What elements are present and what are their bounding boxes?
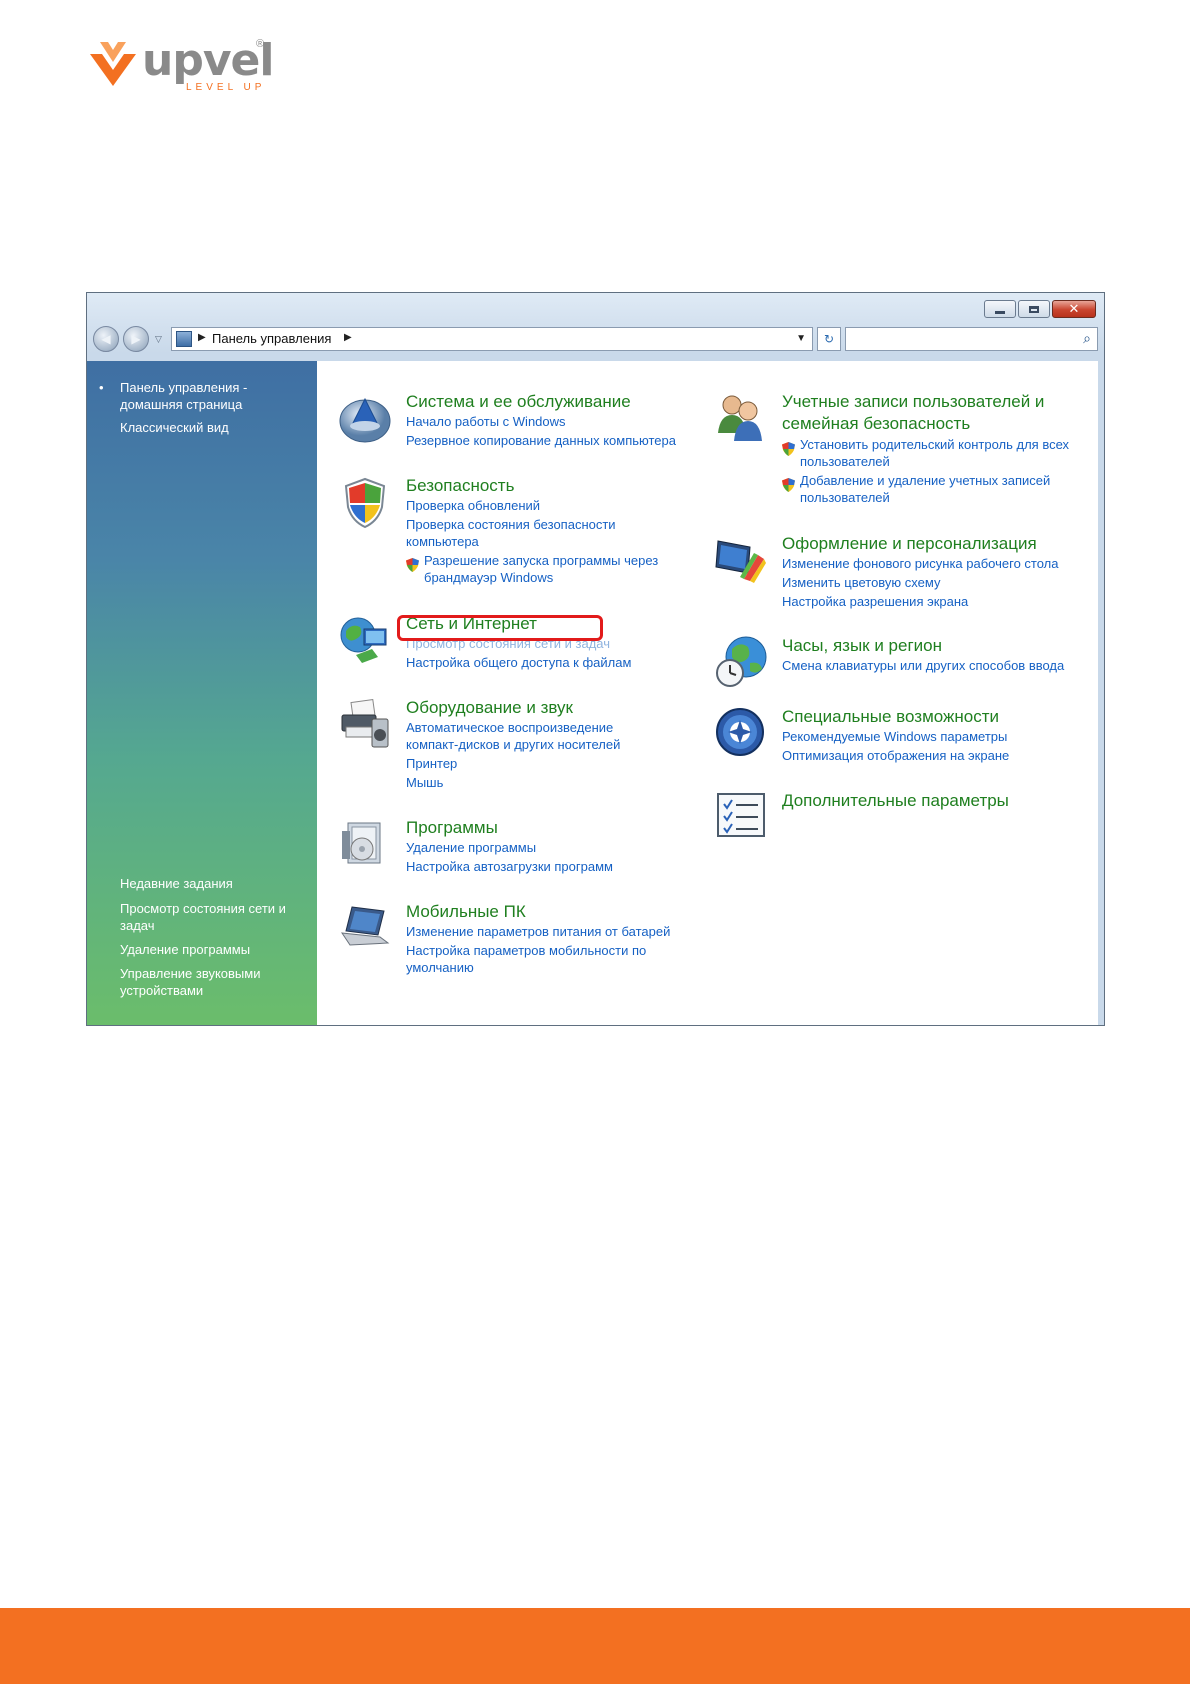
link-getting-started[interactable]: Начало работы с Windows (406, 413, 726, 430)
maximize-button[interactable] (1018, 300, 1050, 318)
category-extra-title[interactable]: Дополнительные параметры (782, 790, 1009, 812)
category-appearance-links: Изменение фонового рисунка рабочего стол… (782, 555, 1102, 612)
upvel-logo: upvel ® LEVEL UP (86, 36, 276, 96)
close-icon: ✕ (1068, 301, 1080, 316)
link-screen-resolution[interactable]: Настройка разрешения экрана (782, 593, 1102, 610)
address-bar[interactable]: ▶ Панель управления ▶ ▼ (171, 327, 813, 351)
category-system-links: Начало работы с Windows Резервное копиро… (406, 413, 726, 451)
link-startup-programs[interactable]: Настройка автозагрузки программ (406, 858, 726, 875)
minimize-button[interactable] (984, 300, 1016, 318)
upvel-chevron-icon (90, 42, 136, 86)
link-autoplay[interactable]: Автоматическое воспроизведение компакт-д… (406, 719, 646, 753)
link-parental-controls[interactable]: Установить родительский контроль для все… (782, 436, 1100, 470)
category-appearance-title[interactable]: Оформление и персонализация (782, 533, 1037, 555)
logo-word: upvel (142, 35, 274, 86)
link-optimize-display[interactable]: Оптимизация отображения на экране (782, 747, 1102, 764)
logo-registered-mark: ® (256, 38, 265, 50)
sidebar-recent-tasks: Недавние задания Просмотр состояния сети… (120, 875, 305, 1006)
link-printer[interactable]: Принтер (406, 755, 726, 772)
uac-shield-icon (782, 478, 795, 492)
maximize-icon (1029, 305, 1039, 313)
link-color-scheme[interactable]: Изменить цветовую схему (782, 574, 1102, 591)
link-recommended-settings[interactable]: Рекомендуемые Windows параметры (782, 728, 1102, 745)
link-security-status[interactable]: Проверка состояния безопасности компьюте… (406, 516, 646, 550)
category-clock-title[interactable]: Часы, язык и регион (782, 635, 942, 657)
category-system-title[interactable]: Система и ее обслуживание (406, 391, 631, 413)
link-keyboard-input[interactable]: Смена клавиатуры или других способов вво… (782, 657, 1102, 674)
mobile-laptop-icon (340, 906, 390, 946)
hardware-printer-icon (341, 698, 389, 748)
recent-task-network-status[interactable]: Просмотр состояния сети и задач (120, 900, 305, 934)
navigation-bar: ◀ ▶ ▽ ▶ Панель управления ▶ ▼ ↻ ⌕ (93, 325, 1098, 355)
link-power-options[interactable]: Изменение параметров питания от батарей (406, 923, 726, 940)
system-maintenance-icon (339, 397, 391, 443)
link-file-sharing[interactable]: Настройка общего доступа к файлам (406, 654, 726, 671)
category-hardware-links: Автоматическое воспроизведение компакт-д… (406, 719, 726, 793)
back-arrow-icon: ◀ (101, 332, 111, 346)
link-mouse[interactable]: Мышь (406, 774, 726, 791)
category-users-title[interactable]: Учетные записи пользователей и семейная … (782, 391, 1082, 435)
control-panel-icon (176, 331, 192, 347)
category-mobile-links: Изменение параметров питания от батарей … (406, 923, 726, 978)
programs-box-icon (342, 822, 381, 864)
minimize-icon (995, 310, 1005, 314)
category-access-title[interactable]: Специальные возможности (782, 706, 999, 728)
uac-shield-icon (406, 558, 419, 572)
uac-shield-icon (782, 442, 795, 456)
refresh-icon: ↻ (823, 332, 835, 346)
forward-button[interactable]: ▶ (123, 326, 149, 352)
link-parental-controls-label: Установить родительский контроль для все… (800, 437, 1070, 469)
search-input[interactable]: ⌕ (845, 327, 1098, 351)
sidebar-item-classic-view[interactable]: Классический вид (120, 419, 300, 436)
category-mobile-title[interactable]: Мобильные ПК (406, 901, 526, 923)
address-dropdown-icon[interactable]: ▼ (796, 333, 806, 344)
category-hardware-title[interactable]: Оборудование и звук (406, 697, 573, 719)
link-mobility-settings[interactable]: Настройка параметров мобильности по умол… (406, 942, 666, 976)
category-programs-title[interactable]: Программы (406, 817, 498, 839)
link-add-remove-accounts-label: Добавление и удаление учетных записей по… (800, 473, 1051, 505)
link-check-updates[interactable]: Проверка обновлений (406, 497, 726, 514)
link-firewall-allow-label: Разрешение запуска программы через бранд… (424, 553, 659, 585)
category-security-links: Проверка обновлений Проверка состояния б… (406, 497, 726, 588)
refresh-button[interactable]: ↻ (817, 327, 841, 351)
link-desktop-background[interactable]: Изменение фонового рисунка рабочего стол… (782, 555, 1102, 572)
window-controls: ✕ (984, 300, 1096, 318)
sidebar-item-home[interactable]: Панель управления - домашняя страница (120, 379, 300, 413)
accessibility-icon (716, 708, 764, 756)
appearance-monitor-icon (715, 540, 766, 583)
history-dropdown-icon[interactable]: ▽ (155, 334, 162, 345)
recent-tasks-title: Недавние задания (120, 876, 233, 891)
link-backup[interactable]: Резервное копирование данных компьютера (406, 432, 726, 449)
extra-options-checklist-icon (717, 793, 765, 837)
close-button[interactable]: ✕ (1052, 300, 1096, 318)
breadcrumb-arrow-icon[interactable]: ▶ (344, 332, 352, 343)
breadcrumb-arrow-icon[interactable]: ▶ (198, 332, 206, 343)
link-firewall-allow[interactable]: Разрешение запуска программы через бранд… (406, 552, 694, 586)
recent-task-uninstall[interactable]: Удаление программы (120, 941, 305, 958)
category-access-links: Рекомендуемые Windows параметры Оптимиза… (782, 728, 1102, 766)
logo-tagline: LEVEL UP (186, 82, 266, 93)
footer-bar (0, 1608, 1190, 1684)
recent-task-sound-devices[interactable]: Управление звуковыми устройствами (120, 965, 305, 999)
category-clock-links: Смена клавиатуры или других способов вво… (782, 657, 1102, 676)
search-icon[interactable]: ⌕ (1083, 330, 1091, 347)
category-users-links: Установить родительский контроль для все… (782, 436, 1102, 508)
security-shield-icon (344, 477, 386, 529)
category-programs-links: Удаление программы Настройка автозагрузк… (406, 839, 726, 877)
highlight-network-status (397, 615, 603, 641)
sidebar: • Панель управления - домашняя страница … (87, 361, 317, 1025)
sidebar-top-links: Панель управления - домашняя страница Кл… (120, 379, 300, 436)
breadcrumb-control-panel[interactable]: Панель управления (212, 331, 331, 346)
user-accounts-icon (718, 395, 762, 441)
link-uninstall[interactable]: Удаление программы (406, 839, 726, 856)
forward-arrow-icon: ▶ (131, 332, 141, 346)
network-globe-icon (340, 617, 387, 663)
link-add-remove-accounts[interactable]: Добавление и удаление учетных записей по… (782, 472, 1100, 506)
back-button[interactable]: ◀ (93, 326, 119, 352)
clock-globe-icon (716, 636, 767, 687)
category-security-title[interactable]: Безопасность (406, 475, 514, 497)
